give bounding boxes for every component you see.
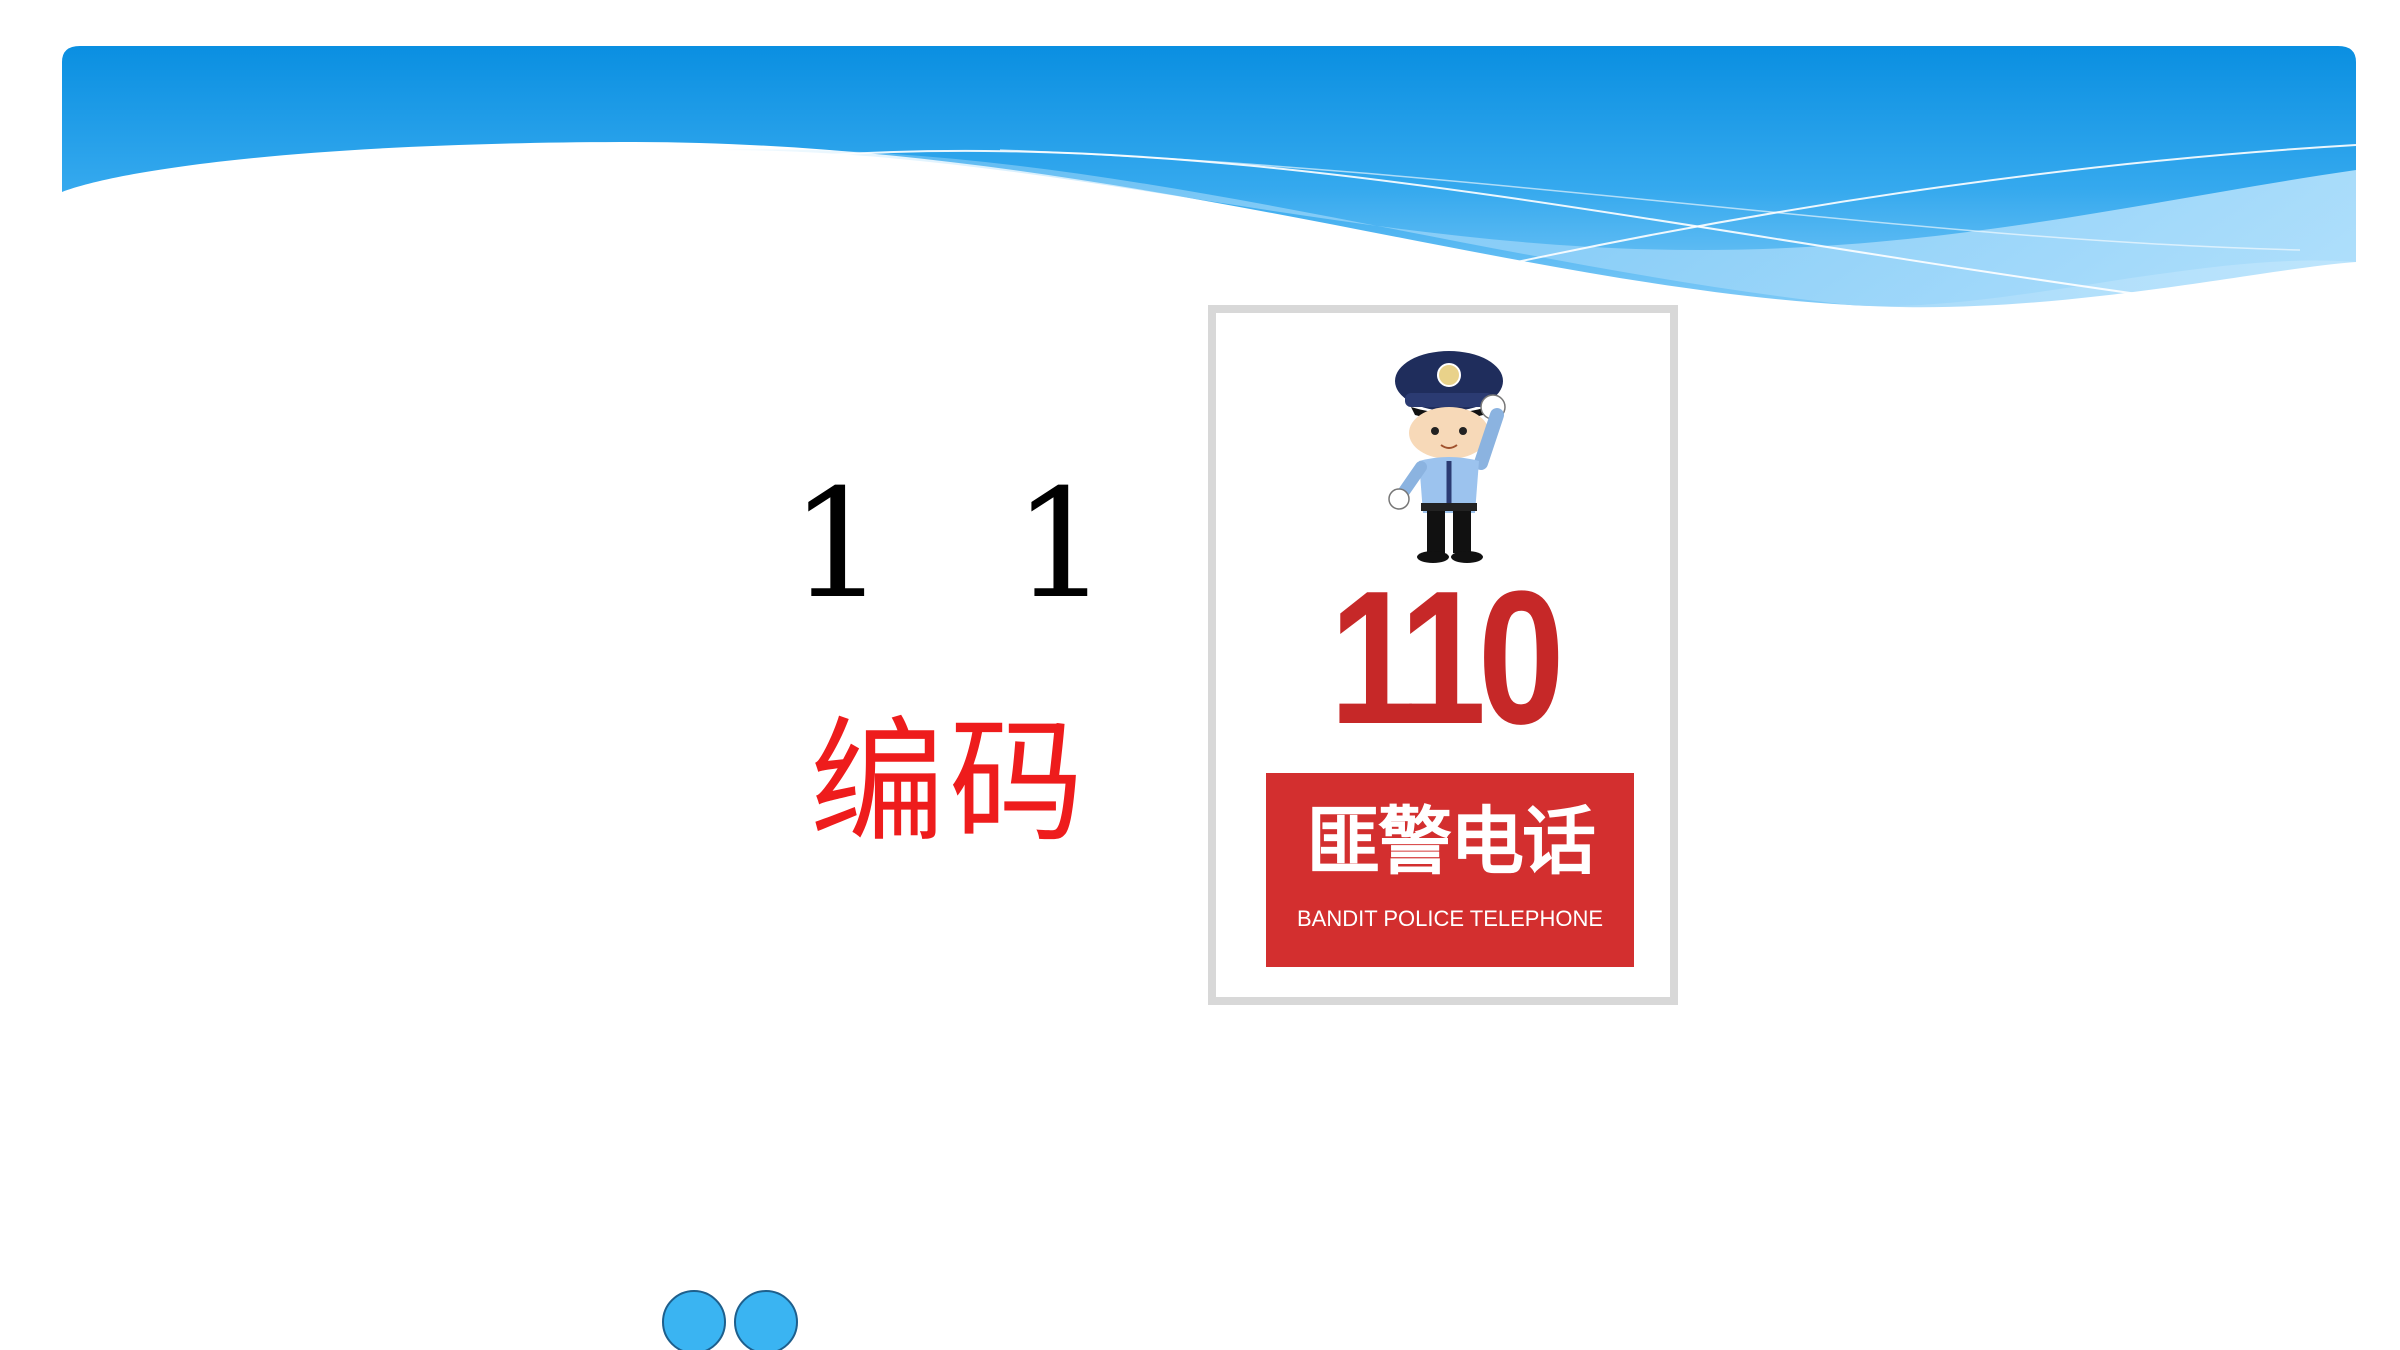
nav-dot-next[interactable] [734, 1290, 798, 1350]
slide-navigation-dots[interactable] [662, 1290, 802, 1350]
sign-red-panel: 匪警电话 BANDIT POLICE TELEPHONE [1266, 773, 1634, 967]
sign-subtitle: BANDIT POLICE TELEPHONE [1296, 906, 1604, 931]
sign-title: 匪警电话 [1306, 799, 1596, 885]
slide: 1 1 0 编码 110 匪警电话 BANDIT POLICE TELEPHON… [0, 0, 2400, 1350]
police-phone-sign: 110 匪警电话 BANDIT POLICE TELEPHONE [1208, 305, 1678, 1005]
encoding-label: 编码 [810, 704, 1088, 861]
header-wave-banner [62, 46, 2357, 308]
nav-dot-previous[interactable] [662, 1290, 726, 1350]
sign-number-110: 110 [1329, 552, 1565, 764]
police-officer-saluting-icon [1388, 351, 1506, 563]
